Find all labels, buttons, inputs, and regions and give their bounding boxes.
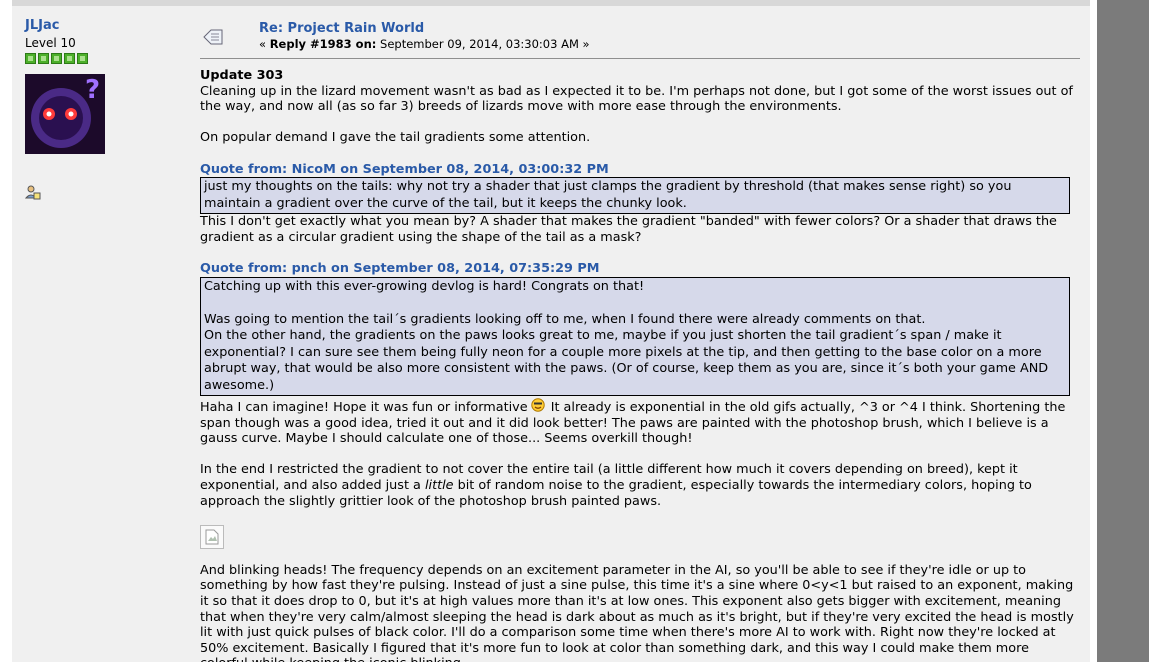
star-icon — [38, 53, 49, 64]
paragraph: This I don't get exactly what you mean b… — [200, 214, 1057, 245]
svg-text:?: ? — [85, 75, 100, 105]
user-rank: Level 10 — [25, 36, 76, 50]
meta-prefix: « — [259, 37, 270, 51]
quote-block: just my thoughts on the tails: why not t… — [200, 177, 1070, 215]
smiley-icon — [530, 398, 545, 412]
embedded-image-icon[interactable] — [200, 524, 224, 549]
paragraph: And blinking heads! The frequency depend… — [200, 562, 1074, 662]
paragraph: On popular demand I gave the tail gradie… — [200, 130, 591, 146]
rank-stars — [25, 53, 185, 64]
quote-text: Catching up with this ever-growing devlo… — [204, 278, 645, 294]
post-header: Re: Project Rain World « Reply #1983 on:… — [200, 18, 1080, 59]
paragraph: Cleaning up in the lizard movement wasn'… — [200, 83, 1073, 115]
star-icon — [64, 53, 75, 64]
post-title-link[interactable]: Re: Project Rain World — [259, 21, 424, 36]
quote-text: Was going to mention the tail´s gradient… — [204, 311, 926, 327]
avatar: ? — [25, 74, 105, 154]
star-icon — [25, 53, 36, 64]
reply-number: Reply #1983 on: — [269, 37, 377, 51]
quote-text: On the other hand, the gradients on the … — [204, 328, 1049, 393]
post-date: September 09, 2014, 03:30:03 AM » — [376, 37, 590, 51]
forum-post: JLJac Level 10 ? Re: Project Rain World … — [12, 0, 1090, 662]
username-link[interactable]: JLJac — [25, 18, 185, 33]
quote-header-link[interactable]: Quote from: pnch on September 08, 2014, … — [200, 261, 1080, 277]
paragraph: Haha I can imagine! Hope it was fun or i… — [200, 398, 1080, 447]
page-background-right — [1097, 0, 1149, 662]
update-heading: Update 303 — [200, 68, 284, 83]
paragraph: In the end I restricted the gradient to … — [200, 462, 1080, 509]
quote-text: just my thoughts on the tails: why not t… — [204, 179, 1012, 211]
post-meta: « Reply #1983 on: September 09, 2014, 03… — [259, 37, 590, 51]
post-icon — [202, 28, 224, 50]
star-icon — [77, 53, 88, 64]
post-body: Update 303 Cleaning up in the lizard mov… — [200, 68, 1080, 662]
poster-info: JLJac Level 10 ? — [24, 18, 185, 200]
profile-icon[interactable] — [24, 184, 41, 200]
post-content: Re: Project Rain World « Reply #1983 on:… — [200, 18, 1080, 662]
star-icon — [51, 53, 62, 64]
page-frame: JLJac Level 10 ? Re: Project Rain World … — [0, 0, 1097, 662]
paragraph-text: Haha I can imagine! Hope it was fun or i… — [200, 400, 528, 416]
emphasis-text: little — [424, 478, 454, 493]
quote-block: Catching up with this ever-growing devlo… — [200, 276, 1070, 397]
quote-header-link[interactable]: Quote from: NicoM on September 08, 2014,… — [200, 162, 1080, 178]
